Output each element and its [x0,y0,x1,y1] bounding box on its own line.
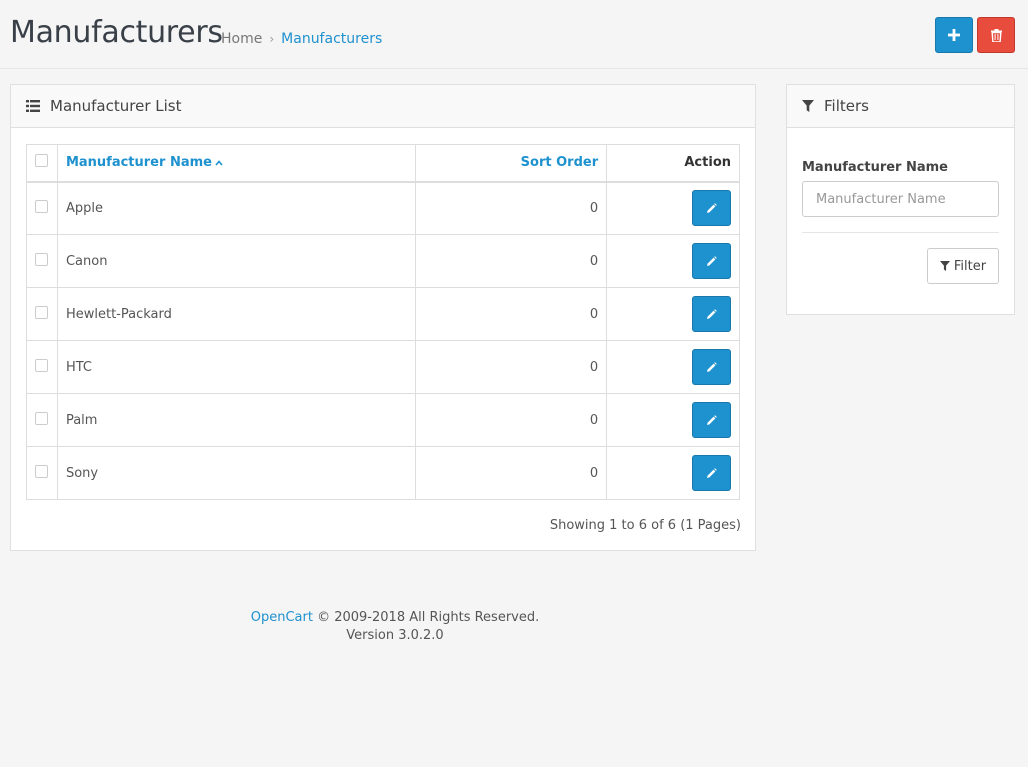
delete-button[interactable] [977,17,1015,53]
sort-by-sort-order-link[interactable]: Sort Order [521,155,598,170]
column-header-action: Action [606,144,740,183]
list-panel-heading: Manufacturer List [11,85,755,128]
row-checkbox[interactable] [35,252,49,266]
breadcrumb-separator: › [269,32,275,46]
caret-up-icon [215,155,223,170]
filter-panel-heading: Filters [787,85,1014,128]
funnel-icon [939,261,950,271]
table-row: Canon 0 [26,234,740,288]
manufacturer-name-cell: Apple [56,181,417,235]
manufacturer-name-cell: Hewlett-Packard [56,287,417,341]
edit-button[interactable] [692,243,731,279]
column-header-name: Manufacturer Name [56,144,417,183]
sort-by-name-link[interactable]: Manufacturer Name [66,155,223,170]
select-all-cell [26,144,58,183]
add-button[interactable] [935,17,973,53]
manufacturer-table: Manufacturer Name Sort Order Action Appl… [26,144,740,500]
opencart-link[interactable]: OpenCart [251,610,313,625]
plus-icon [948,29,960,41]
manufacturer-name-label: Manufacturer Name [802,160,949,175]
pencil-icon [707,308,717,319]
footer: OpenCart © 2009-2018 All Rights Reserved… [10,609,780,645]
sort-order-cell: 0 [415,181,608,235]
sort-order-cell: 0 [415,446,608,500]
pencil-icon [707,255,717,266]
page-title: Manufacturers [10,15,223,50]
sort-order-cell: 0 [415,287,608,341]
table-row: HTC 0 [26,340,740,394]
pencil-icon [707,414,717,425]
filter-panel: Filters Manufacturer Name Filter [786,84,1015,315]
sort-order-cell: 0 [415,234,608,288]
edit-button[interactable] [692,296,731,332]
breadcrumb: Home › Manufacturers [221,31,382,47]
manufacturer-name-cell: Palm [56,393,417,447]
edit-button[interactable] [692,349,731,385]
pencil-icon [707,467,717,478]
row-checkbox[interactable] [35,464,49,478]
row-checkbox[interactable] [35,411,49,425]
list-panel-title: Manufacturer List [50,97,182,115]
edit-button[interactable] [692,402,731,438]
list-icon [26,100,40,112]
row-checkbox[interactable] [35,305,49,319]
filter-divider [802,232,999,233]
manufacturer-list-panel: Manufacturer List Manufacturer Name Sort… [10,84,756,551]
trash-icon [990,28,1002,42]
filter-button-label: Filter [953,258,987,274]
column-name-label: Manufacturer Name [65,155,212,171]
footer-copyright-line: OpenCart © 2009-2018 All Rights Reserved… [10,609,780,627]
manufacturer-name-cell: Sony [56,446,417,500]
sort-order-cell: 0 [415,340,608,394]
breadcrumb-home[interactable]: Home [221,31,262,47]
table-row: Apple 0 [26,181,740,235]
filter-button[interactable]: Filter [927,248,999,284]
breadcrumb-current[interactable]: Manufacturers [281,31,382,47]
table-row: Hewlett-Packard 0 [26,287,740,341]
footer-version: Version 3.0.2.0 [346,628,444,643]
manufacturer-name-cell: Canon [56,234,417,288]
funnel-icon [802,100,814,112]
sort-order-cell: 0 [415,393,608,447]
pencil-icon [707,202,717,213]
table-row: Sony 0 [26,446,740,500]
row-checkbox[interactable] [35,199,49,213]
footer-copyright: © 2009-2018 All Rights Reserved. [317,610,540,625]
select-all-checkbox[interactable] [35,154,49,168]
pagination-results: Showing 1 to 6 of 6 (1 Pages) [549,518,741,533]
filter-panel-title: Filters [824,97,869,115]
column-header-sort-order: Sort Order [415,144,608,183]
table-header-row: Manufacturer Name Sort Order Action [26,144,740,183]
row-checkbox[interactable] [35,358,49,372]
manufacturer-name-input[interactable] [802,181,999,217]
table-row: Palm 0 [26,393,740,447]
manufacturer-name-cell: HTC [56,340,417,394]
edit-button[interactable] [692,455,731,491]
edit-button[interactable] [692,190,731,227]
page-header: Manufacturers Home › Manufacturers [0,0,1028,69]
pencil-icon [707,361,717,372]
